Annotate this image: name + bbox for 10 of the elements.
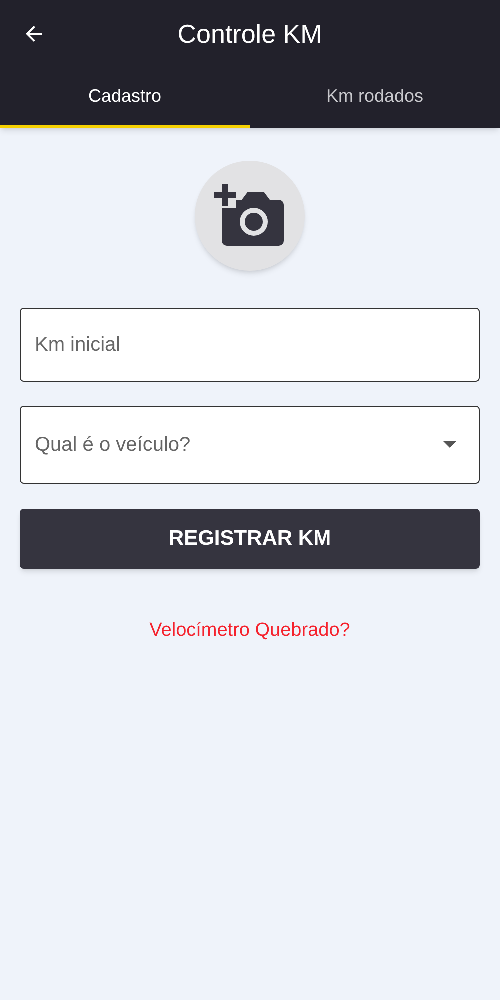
add-camera-icon <box>214 184 286 248</box>
dropdown-caret-icon <box>443 441 457 449</box>
tab[interactable]: Km rodados <box>250 68 500 128</box>
vehicle-select-field[interactable]: Qual é o veículo? <box>20 406 480 484</box>
screen-title: Controle KM <box>178 18 322 50</box>
tab[interactable]: Cadastro <box>0 68 250 128</box>
km-input-field[interactable]: Km inicial <box>20 308 480 382</box>
register-km-button[interactable]: REGISTRAR KM <box>20 509 480 569</box>
vehicle-select-placeholder: Qual é o veículo? <box>35 433 191 458</box>
broken-speedometer-link[interactable]: Velocímetro Quebrado? <box>150 617 350 646</box>
